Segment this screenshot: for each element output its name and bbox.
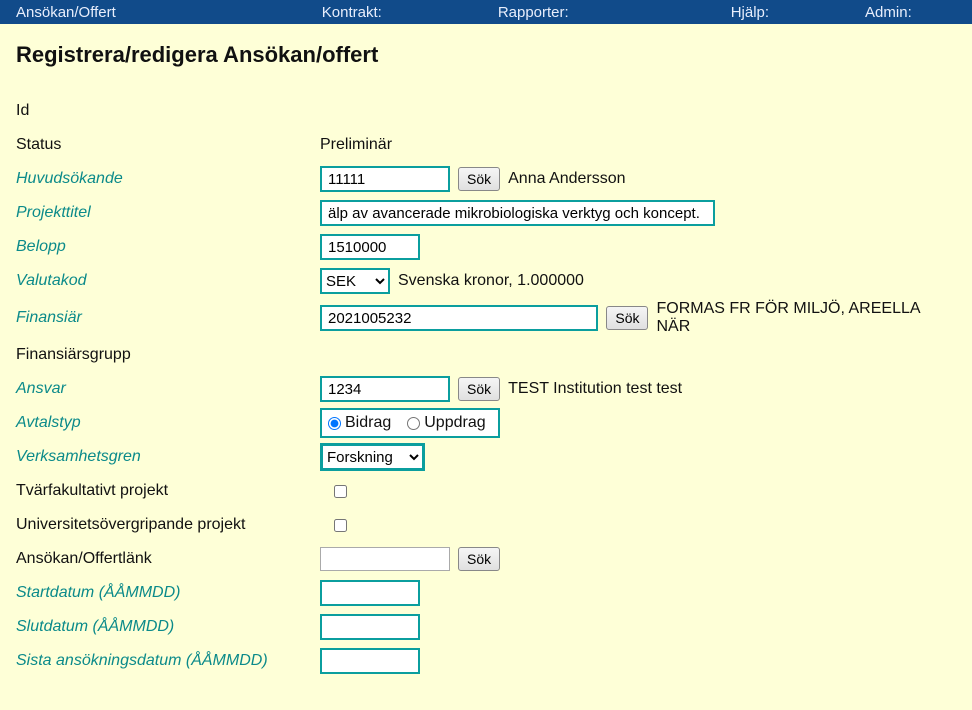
label-startdatum: Startdatum (ÅÅMMDD) bbox=[16, 584, 320, 602]
ansokanlank-input[interactable] bbox=[320, 547, 450, 571]
label-sistaansokan: Sista ansökningsdatum (ÅÅMMDD) bbox=[16, 652, 320, 670]
label-projekttitel: Projekttitel bbox=[16, 204, 320, 222]
avtalstyp-radio-group: Bidrag Uppdrag bbox=[320, 408, 500, 438]
ansvar-desc: TEST Institution test test bbox=[508, 380, 682, 398]
label-finansiar: Finansiär bbox=[16, 309, 320, 327]
radio-uppdrag[interactable] bbox=[407, 417, 420, 430]
status-value: Preliminär bbox=[320, 136, 392, 154]
label-verksamhetsgren: Verksamhetsgren bbox=[16, 448, 320, 466]
content-area: Registrera/redigera Ansökan/offert Id St… bbox=[0, 24, 972, 710]
nav-kontrakt[interactable]: Kontrakt: bbox=[314, 4, 390, 21]
slutdatum-input[interactable] bbox=[320, 614, 420, 640]
label-slutdatum: Slutdatum (ÅÅMMDD) bbox=[16, 618, 320, 636]
label-avtalstyp: Avtalstyp bbox=[16, 414, 320, 432]
label-belopp: Belopp bbox=[16, 238, 320, 256]
projekttitel-input[interactable] bbox=[320, 200, 715, 226]
page-title: Registrera/redigera Ansökan/offert bbox=[16, 42, 956, 68]
huvudsokande-name: Anna Andersson bbox=[508, 170, 625, 188]
nav-admin[interactable]: Admin: bbox=[857, 4, 920, 21]
radio-bidrag-label: Bidrag bbox=[345, 414, 391, 432]
tvar-checkbox[interactable] bbox=[334, 485, 347, 498]
verksamhetsgren-select[interactable]: Forskning bbox=[320, 443, 425, 471]
finansiar-desc: FORMAS FR FÖR MILJÖ, AREELLA NÄR bbox=[656, 300, 956, 336]
label-ansvar: Ansvar bbox=[16, 380, 320, 398]
univ-checkbox[interactable] bbox=[334, 519, 347, 532]
label-valutakod: Valutakod bbox=[16, 272, 320, 290]
finansiar-sok-button[interactable]: Sök bbox=[606, 306, 648, 330]
nav-rapporter[interactable]: Rapporter: bbox=[490, 4, 577, 21]
ansokanlank-sok-button[interactable]: Sök bbox=[458, 547, 500, 571]
label-univ: Universitetsövergripande projekt bbox=[16, 516, 320, 534]
ansvar-sok-button[interactable]: Sök bbox=[458, 377, 500, 401]
huvudsokande-sok-button[interactable]: Sök bbox=[458, 167, 500, 191]
radio-bidrag[interactable] bbox=[328, 417, 341, 430]
label-status: Status bbox=[16, 136, 320, 154]
startdatum-input[interactable] bbox=[320, 580, 420, 606]
label-huvudsokande: Huvudsökande bbox=[16, 170, 320, 188]
finansiar-input[interactable] bbox=[320, 305, 598, 331]
valutakod-desc: Svenska kronor, 1.000000 bbox=[398, 272, 584, 290]
label-finansiarsgrupp: Finansiärsgrupp bbox=[16, 346, 320, 364]
valutakod-select[interactable]: SEK bbox=[320, 268, 390, 294]
label-ansokanlank: Ansökan/Offertlänk bbox=[16, 550, 320, 568]
top-navbar: Ansökan/Offert Kontrakt: Rapporter: Hjäl… bbox=[0, 0, 972, 24]
label-id: Id bbox=[16, 102, 320, 120]
huvudsokande-input[interactable] bbox=[320, 166, 450, 192]
label-tvar: Tvärfakultativt projekt bbox=[16, 482, 320, 500]
belopp-input[interactable] bbox=[320, 234, 420, 260]
sistaansokan-input[interactable] bbox=[320, 648, 420, 674]
radio-uppdrag-label: Uppdrag bbox=[424, 414, 485, 432]
nav-hjalp[interactable]: Hjälp: bbox=[723, 4, 777, 21]
ansvar-input[interactable] bbox=[320, 376, 450, 402]
nav-ansokan-offert[interactable]: Ansökan/Offert bbox=[8, 4, 124, 21]
